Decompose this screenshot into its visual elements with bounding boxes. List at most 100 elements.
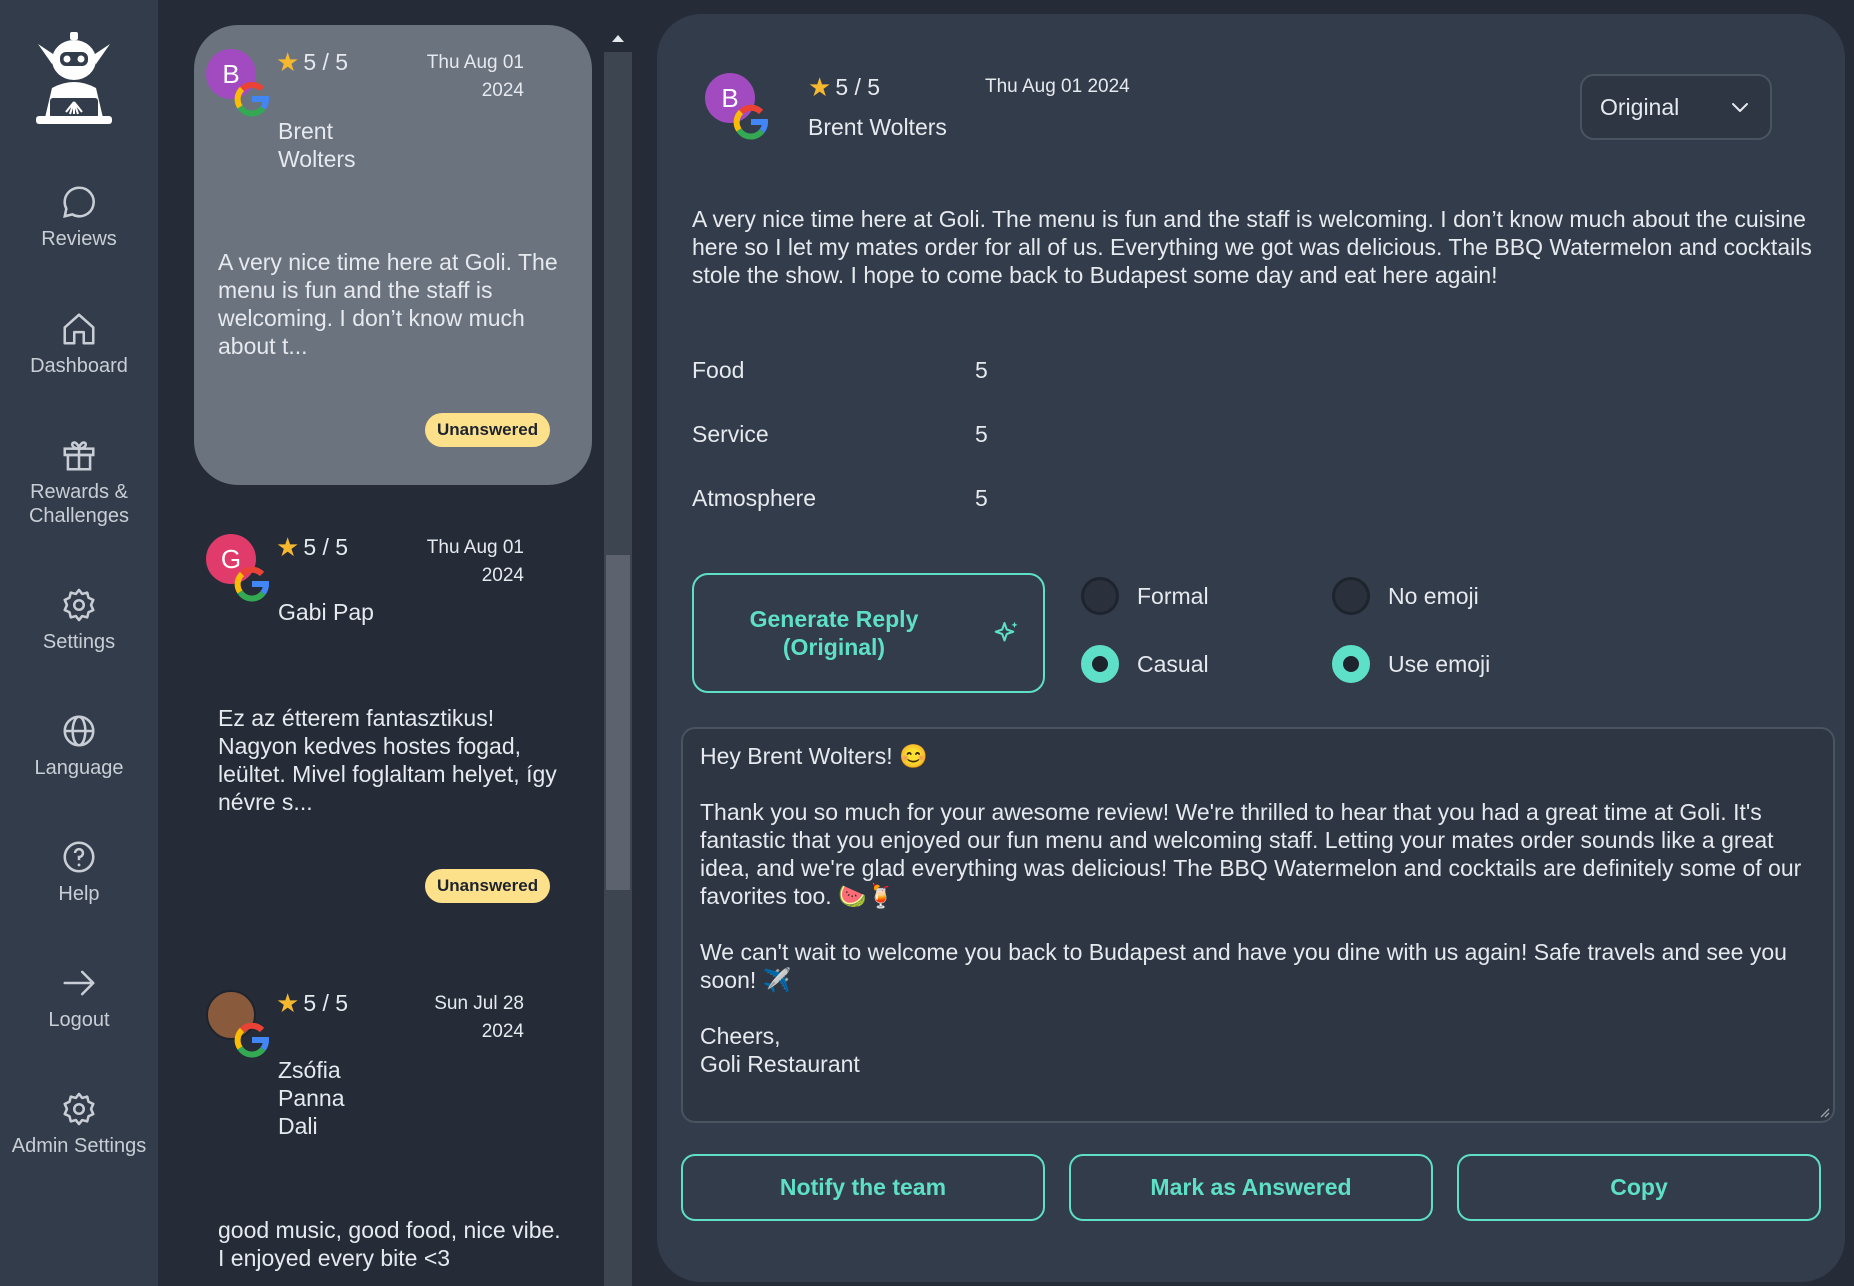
radio-circle	[1332, 577, 1370, 615]
scroll-up-arrow[interactable]	[604, 24, 632, 52]
nav-reviews-label: Reviews	[41, 228, 117, 250]
review-list: B ★ 5 / 5 Thu Aug 01 2024 Brent Wolters A v…	[158, 0, 604, 1286]
sidebar: Reviews Dashboard Rewards & Challenges S…	[0, 0, 158, 1286]
review-date: Sun Jul 28 2024	[394, 990, 524, 1046]
date-line: Thu Aug 01	[426, 537, 524, 558]
nav-settings-label: Settings	[42, 631, 116, 653]
radio-label: Casual	[1137, 650, 1209, 677]
rating: ★ 5 / 5	[276, 532, 348, 563]
gift-icon	[63, 441, 95, 471]
review-date: Thu Aug 01 2024	[985, 76, 1130, 97]
generate-label-line: (Original)	[782, 634, 886, 660]
help-circle-icon	[63, 841, 95, 873]
nav-rewards[interactable]: Rewards & Challenges	[0, 436, 158, 528]
rating: ★ 5 / 5	[276, 47, 348, 78]
signoff-line: Cheers,	[700, 1023, 781, 1049]
name-line: Panna	[278, 1085, 345, 1111]
generate-reply-label: Generate Reply (Original)	[694, 605, 974, 661]
review-card[interactable]: ★ 5 / 5 Sun Jul 28 2024 Zsófia Panna Dali go…	[194, 966, 592, 1286]
chevron-down-icon	[1732, 103, 1748, 112]
nav-settings[interactable]: Settings	[0, 586, 158, 654]
reply-signoff: Cheers, Goli Restaurant	[700, 1022, 1816, 1078]
reply-greeting: Hey Brent Wolters! 😊	[700, 743, 928, 769]
nav-language-label: Language	[34, 757, 124, 779]
nav-help-label: Help	[58, 883, 100, 905]
review-full-text: A very nice time here at Goli. The menu …	[692, 206, 1812, 288]
category-value: 5	[975, 357, 988, 383]
rating-value: 5 / 5	[303, 49, 349, 75]
nav-logout[interactable]: Logout	[0, 964, 158, 1032]
mark-answered-button[interactable]: Mark as Answered	[1069, 1154, 1433, 1221]
globe-icon	[63, 715, 95, 747]
tone-casual-radio[interactable]: Casual	[1081, 645, 1209, 683]
tone-formal-radio[interactable]: Formal	[1081, 577, 1209, 615]
generate-label-line: Generate Reply	[749, 606, 919, 632]
rating: ★ 5 / 5	[276, 988, 348, 1019]
reply-paragraph: Thank you so much for your awesome revie…	[700, 799, 1802, 909]
rating-value: 5 / 5	[835, 74, 881, 100]
resize-handle-icon[interactable]	[1818, 1106, 1830, 1118]
use-emoji-radio[interactable]: Use emoji	[1332, 645, 1490, 683]
review-snippet: A very nice time here at Goli. The menu …	[218, 249, 558, 359]
language-select-value: Original	[1600, 93, 1680, 120]
signoff-line: Goli Restaurant	[700, 1051, 860, 1077]
date-line: 2024	[481, 80, 524, 101]
review-snippet: Ez az étterem fantasztikus! Nagyon kedve…	[218, 705, 557, 815]
radio-label: Use emoji	[1388, 650, 1491, 677]
reply-textarea[interactable]: Hey Brent Wolters! 😊 Thank you so much f…	[681, 727, 1835, 1123]
language-select[interactable]: Original	[1580, 74, 1772, 140]
radio-label: No emoji	[1388, 582, 1479, 609]
google-icon	[234, 566, 269, 602]
no-emoji-radio[interactable]: No emoji	[1332, 577, 1479, 615]
nav-admin-settings-label: Admin Settings	[11, 1135, 147, 1157]
nav-reviews[interactable]: Reviews	[0, 183, 158, 251]
review-date: Thu Aug 01 2024	[394, 49, 524, 105]
date-line: 2024	[481, 565, 524, 586]
notify-team-button[interactable]: Notify the team	[681, 1154, 1045, 1221]
google-icon	[234, 1022, 269, 1058]
reviewer-name: Brent Wolters	[808, 114, 947, 140]
name-line: Zsófia	[278, 1057, 341, 1083]
radio-circle	[1332, 645, 1370, 683]
category-value: 5	[975, 485, 988, 511]
name-line: Dali	[278, 1113, 318, 1139]
sparkle-icon	[994, 621, 1018, 642]
copy-button[interactable]: Copy	[1457, 1154, 1821, 1221]
category-label: Atmosphere	[692, 485, 817, 511]
category-label: Food	[692, 357, 745, 383]
review-date: Thu Aug 01 2024	[394, 534, 524, 590]
star-icon: ★	[276, 532, 300, 562]
google-icon	[733, 104, 768, 140]
rating-value: 5 / 5	[303, 990, 349, 1016]
robot-logo	[36, 32, 112, 124]
gear-icon	[63, 1092, 95, 1126]
status-badge: Unanswered	[425, 869, 551, 903]
radio-circle	[1081, 645, 1119, 683]
reviewer-name: Brent Wolters	[278, 117, 356, 173]
nav-language[interactable]: Language	[0, 712, 158, 780]
reviewer-name: Zsófia Panna Dali	[278, 1056, 345, 1140]
reply-paragraph: We can't wait to welcome you back to Bud…	[700, 939, 1787, 993]
star-icon: ★	[276, 988, 300, 1018]
nav-admin-settings[interactable]: Admin Settings	[0, 1090, 158, 1158]
scrollbar-thumb[interactable]	[606, 555, 630, 890]
nav-logout-label: Logout	[48, 1009, 110, 1031]
category-label: Service	[692, 421, 769, 447]
radio-circle	[1081, 577, 1119, 615]
nav-help[interactable]: Help	[0, 838, 158, 906]
arrow-right-icon	[63, 970, 95, 996]
nav-rewards-label: Rewards & Challenges	[28, 481, 130, 527]
review-card[interactable]: B ★ 5 / 5 Thu Aug 01 2024 Brent Wolters A v…	[194, 25, 592, 485]
date-line: Sun Jul 28	[434, 993, 524, 1014]
review-detail-panel: B ★ 5 / 5 Thu Aug 01 2024 Brent Wolters O…	[657, 14, 1845, 1282]
home-icon	[63, 313, 95, 345]
date-line: 2024	[481, 1021, 524, 1042]
review-card[interactable]: G ★ 5 / 5 Thu Aug 01 2024 Gabi Pap Ez az é…	[194, 510, 592, 930]
name-line: Gabi Pap	[278, 599, 374, 625]
nav-dashboard[interactable]: Dashboard	[0, 310, 158, 378]
reviewer-name: Gabi Pap	[278, 598, 374, 626]
category-value: 5	[975, 421, 988, 447]
review-snippet: good music, good food, nice vibe. I enjo…	[218, 1217, 561, 1271]
radio-label: Formal	[1137, 582, 1209, 609]
generate-reply-button[interactable]: Generate Reply (Original)	[692, 573, 1045, 693]
